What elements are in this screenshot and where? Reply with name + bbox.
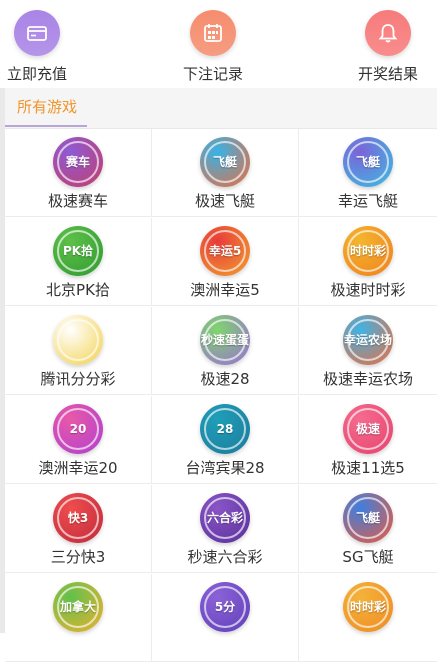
game-logo-icon — [53, 315, 103, 365]
game-item[interactable]: 极速极速11选5 — [299, 396, 437, 484]
game-logo-icon: 赛车 — [53, 137, 103, 187]
game-label: 澳洲幸运20 — [38, 459, 118, 477]
game-label: 腾讯分分彩 — [40, 370, 116, 388]
game-item[interactable]: 腾讯分分彩 — [5, 307, 152, 395]
game-label: 澳洲幸运5 — [190, 281, 260, 299]
game-item[interactable]: 飞艇 幸运飞艇 — [299, 129, 437, 217]
game-logo-icon: 幸运5 — [200, 226, 250, 276]
draw-results-button[interactable]: 开奖结果 — [338, 10, 437, 83]
game-logo-icon: 5分 — [200, 582, 250, 632]
game-label: 北京PK拾 — [46, 281, 110, 299]
calendar-icon — [190, 10, 236, 56]
game-item[interactable]: 秒速蛋蛋极速28 — [152, 307, 299, 395]
game-logo-icon: 六合彩 — [200, 493, 250, 543]
recharge-button[interactable]: 立即充值 — [0, 10, 87, 83]
game-logo-icon: 秒速蛋蛋 — [200, 315, 250, 365]
game-label: 极速11选5 — [331, 459, 405, 477]
game-logo-icon: PK拾 — [53, 226, 103, 276]
recharge-label: 立即充值 — [6, 65, 67, 83]
game-item[interactable]: 赛车 极速赛车 — [5, 129, 152, 217]
game-item[interactable]: 快3 三分快3 — [5, 485, 152, 573]
game-label: 极速赛车 — [47, 192, 108, 210]
draw-results-label: 开奖结果 — [357, 65, 418, 83]
bet-records-button[interactable]: 下注记录 — [163, 10, 263, 83]
game-label: 极速时时彩 — [330, 281, 406, 299]
game-item[interactable]: 20 澳洲幸运20 — [5, 396, 152, 484]
game-item[interactable]: 幸运5 澳洲幸运5 — [152, 218, 299, 306]
game-item[interactable]: 时时彩 — [299, 574, 437, 662]
game-label: 极速飞艇 — [194, 192, 255, 210]
game-item[interactable]: PK拾北京PK拾 — [5, 218, 152, 306]
game-logo-icon: 快3 — [53, 493, 103, 543]
game-logo-icon: 时时彩 — [343, 226, 393, 276]
game-logo-icon: 极速 — [343, 404, 393, 454]
game-label: 极速幸运农场 — [322, 370, 413, 388]
game-item[interactable]: 六合彩 秒速六合彩 — [152, 485, 299, 573]
game-item[interactable]: 飞艇 极速飞艇 — [152, 129, 299, 217]
game-item[interactable]: 5分 — [152, 574, 299, 662]
game-logo-icon: 飞艇 — [343, 493, 393, 543]
game-logo-icon: 20 — [53, 404, 103, 454]
game-logo-icon: 加拿大 — [53, 582, 103, 632]
game-label: 台湾宾果28 — [185, 459, 265, 477]
game-label: 秒速六合彩 — [187, 548, 263, 566]
game-item[interactable]: 时时彩 极速时时彩 — [299, 218, 437, 306]
game-label: 三分快3 — [50, 548, 106, 566]
game-logo-icon: 飞艇 — [343, 137, 393, 187]
game-label: SG飞艇 — [342, 548, 394, 566]
game-tabs: 所有游戏 — [5, 88, 437, 129]
game-item[interactable]: 飞艇 SG飞艇 — [299, 485, 437, 573]
wallet-icon — [14, 10, 60, 56]
game-logo-icon: 幸运农场 — [343, 315, 393, 365]
quick-menu: 立即充值 下注记录 开奖结果 — [0, 0, 437, 88]
game-logo-icon: 时时彩 — [343, 582, 393, 632]
bet-records-label: 下注记录 — [182, 65, 243, 83]
game-logo-icon: 飞艇 — [200, 137, 250, 187]
game-item[interactable]: 加拿大 — [5, 574, 152, 662]
game-item[interactable]: 28 台湾宾果28 — [152, 396, 299, 484]
active-tab-indicator — [5, 125, 87, 127]
game-item[interactable]: 幸运农场极速幸运农场 — [299, 307, 437, 395]
game-label: 极速28 — [200, 370, 250, 388]
game-logo-icon: 28 — [200, 404, 250, 454]
game-label: 幸运飞艇 — [337, 192, 398, 210]
tab-all-games[interactable]: 所有游戏 — [13, 88, 81, 126]
bell-icon — [365, 10, 411, 56]
